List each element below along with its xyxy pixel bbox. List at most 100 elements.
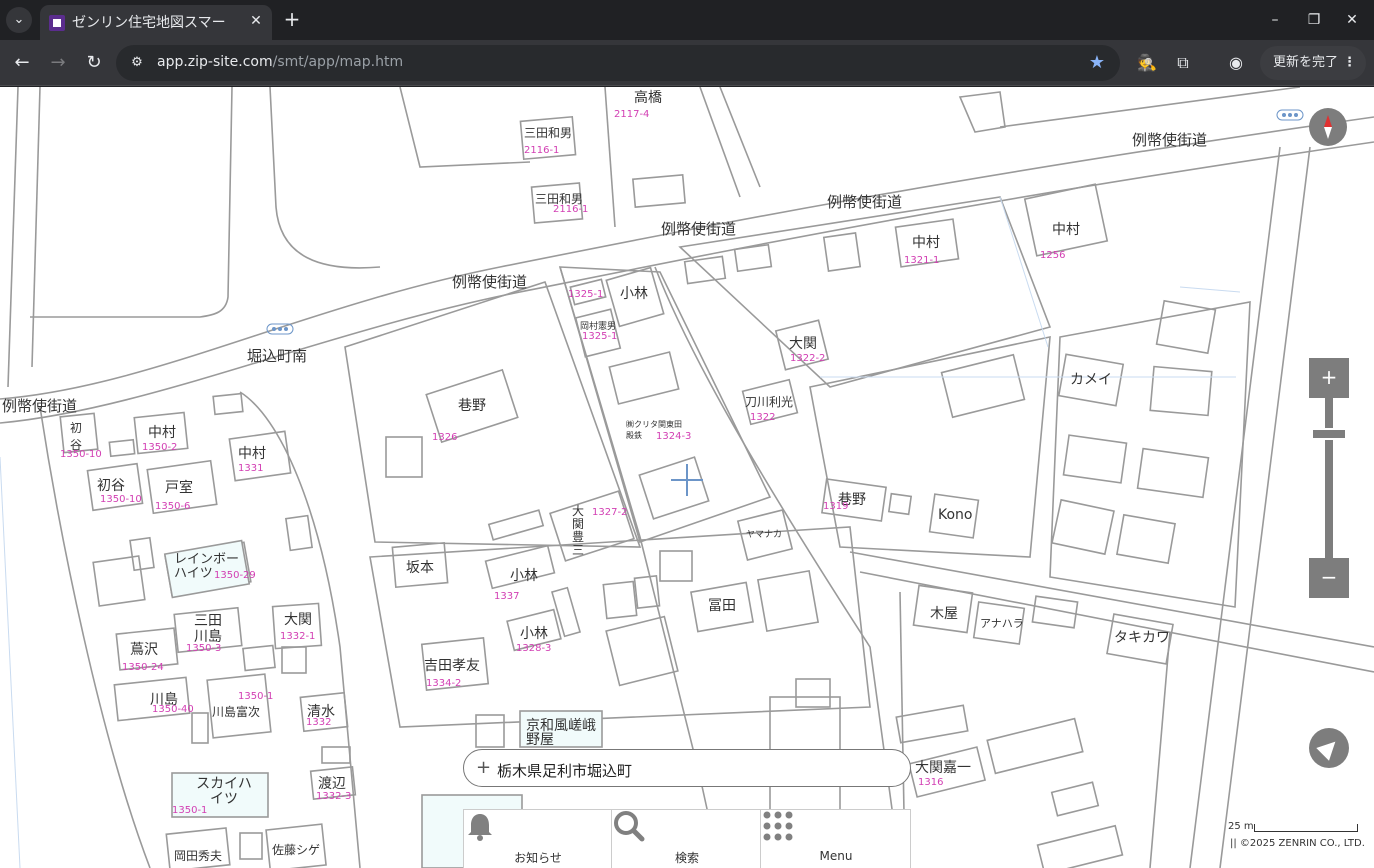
zoom-out-button[interactable]: − [1309, 558, 1349, 598]
building-label: 大関嘉一 [915, 760, 971, 776]
current-address-box[interactable]: + 栃木県足利市堀込町 [463, 749, 911, 787]
building-label: 小林 [510, 568, 538, 584]
incognito-extension-icon[interactable]: 🕵 [1135, 51, 1159, 75]
menu-label: Menu [819, 849, 853, 863]
lot-number: 1324-3 [656, 431, 692, 442]
lot-number: 1350-6 [155, 501, 191, 512]
minimize-icon[interactable]: – [1263, 8, 1287, 32]
lot-number: 1350-40 [152, 704, 194, 715]
road-label: 例幣使街道 [1132, 131, 1208, 149]
lot-number: 1331 [238, 463, 264, 474]
lot-number: 1350-10 [60, 449, 102, 460]
menu-label: お知らせ [514, 851, 562, 865]
search-icon [614, 811, 645, 842]
menu-dots-icon: ⋮ [1343, 55, 1356, 70]
extensions-icon[interactable]: ⧉ [1171, 51, 1195, 75]
bus-stop-icon [266, 323, 294, 335]
road-label: 例幣使街道 [452, 273, 528, 291]
lot-number: 1325-1 [568, 289, 604, 300]
zenrin-map[interactable]: 例幣使街道 例幣使街道 例幣使街道 例幣使街道 例幣使街道 堀込町南 三田和男 … [0, 87, 1374, 868]
back-button[interactable]: ← [8, 49, 36, 77]
forward-button[interactable]: → [44, 49, 72, 77]
building-label: 京和風嵯峨野屋 [526, 718, 596, 748]
building-label: 刀川利光 [745, 395, 794, 409]
building-label: 蔦沢 [130, 642, 158, 658]
url-text[interactable]: app.zip-site.com/smt/app/map.htm [157, 54, 403, 70]
building-label: 坂本 [406, 560, 434, 576]
building-label: 吉田孝友 [424, 658, 480, 674]
tab-search-button[interactable]: ⌄ [6, 7, 32, 33]
building-label: 小林 [620, 286, 648, 302]
lot-number: 1350-2 [142, 442, 178, 453]
building-label: 冨田 [708, 598, 736, 614]
compass-icon[interactable] [1309, 108, 1347, 146]
update-button[interactable]: 更新を完了 ⋮ [1260, 46, 1366, 80]
new-tab-button[interactable]: + [280, 8, 304, 32]
lot-number: 1319 [823, 501, 849, 512]
lot-number: 1328-3 [516, 643, 552, 654]
lot-number: 2116-1 [524, 145, 560, 156]
site-info-icon[interactable]: ⚙ [126, 52, 148, 74]
reload-button[interactable]: ↻ [80, 49, 108, 77]
building-label: Kono [938, 507, 973, 523]
building-label: タキカワ [1114, 630, 1170, 646]
scale-label: 25 m [1228, 821, 1254, 832]
zoom-in-button[interactable]: + [1309, 358, 1349, 398]
map-scale: 25 m [1228, 821, 1360, 835]
building-label: 高橋 [634, 90, 662, 106]
lot-number: 1332-1 [280, 631, 316, 642]
zoom-slider-handle[interactable] [1311, 428, 1347, 440]
scale-bar [1254, 824, 1358, 832]
building-label: 大関豊三 [572, 504, 585, 557]
grid-icon [763, 811, 793, 841]
lot-number: 1322 [750, 412, 776, 423]
current-location-icon[interactable] [1309, 728, 1349, 768]
building-label: 初谷 [70, 421, 83, 452]
lot-number: 1256 [1040, 250, 1066, 261]
lot-number: 1337 [494, 591, 520, 602]
building-label: 木屋 [930, 606, 958, 622]
building-label: 川島富次 [212, 705, 261, 719]
current-address: 栃木県足利市堀込町 [497, 762, 633, 780]
building-label: 渡辺 [318, 776, 346, 792]
browser-toolbar: ← → ↻ ⚙ app.zip-site.com/smt/app/map.htm… [0, 40, 1374, 86]
profile-icon[interactable]: ◉ [1224, 51, 1248, 75]
lot-number: 2117-4 [614, 109, 650, 120]
lot-number: 1350-24 [122, 662, 164, 673]
close-window-icon[interactable]: ✕ [1340, 8, 1364, 32]
lot-number: 1350-3 [186, 643, 222, 654]
lot-number: 1316 [918, 777, 944, 788]
lot-number: 1322-2 [790, 353, 826, 364]
address-bar[interactable]: ⚙ app.zip-site.com/smt/app/map.htm ★ [116, 45, 1120, 81]
building-label: ヤマナカ [746, 530, 783, 540]
lot-number: 1350-29 [214, 570, 256, 581]
building-label: 中村 [238, 446, 266, 462]
lot-number: 1334-2 [426, 678, 462, 689]
menu-button[interactable]: Menu [762, 810, 910, 868]
zoom-slider-track[interactable] [1325, 398, 1333, 558]
plus-icon[interactable]: + [476, 757, 494, 779]
restore-icon[interactable]: ❐ [1302, 8, 1326, 32]
lot-number: 1332-3 [316, 791, 352, 802]
tab-strip: ⌄ ゼンリン住宅地図スマー ✕ + – ❐ ✕ [0, 0, 1374, 40]
lot-number: 1326 [432, 432, 458, 443]
close-tab-icon[interactable]: ✕ [246, 11, 266, 31]
lot-number: 1321-1 [904, 255, 940, 266]
building-label: 初谷 [97, 478, 125, 494]
lot-number: 1350-1 [172, 805, 208, 816]
area-label: 堀込町南 [247, 347, 308, 365]
search-button[interactable]: 検索 [613, 810, 761, 868]
building-label: 大関 [284, 612, 312, 628]
lot-number: 1350-1 [238, 691, 274, 702]
building-label: 小林 [520, 626, 548, 642]
lot-number: 1332 [306, 717, 332, 728]
lot-number: 1325-1 [582, 331, 618, 342]
bus-stop-icon [1276, 109, 1304, 121]
active-tab[interactable]: ゼンリン住宅地図スマー ✕ [40, 5, 272, 40]
notice-button[interactable]: お知らせ [464, 810, 612, 868]
building-label: 巷野 [458, 398, 486, 414]
lot-number: 2116-1 [553, 204, 589, 215]
building-label: アナハラ [980, 617, 1024, 630]
building-label: 三田和男 [524, 126, 573, 140]
bookmark-star-icon[interactable]: ★ [1085, 51, 1109, 75]
